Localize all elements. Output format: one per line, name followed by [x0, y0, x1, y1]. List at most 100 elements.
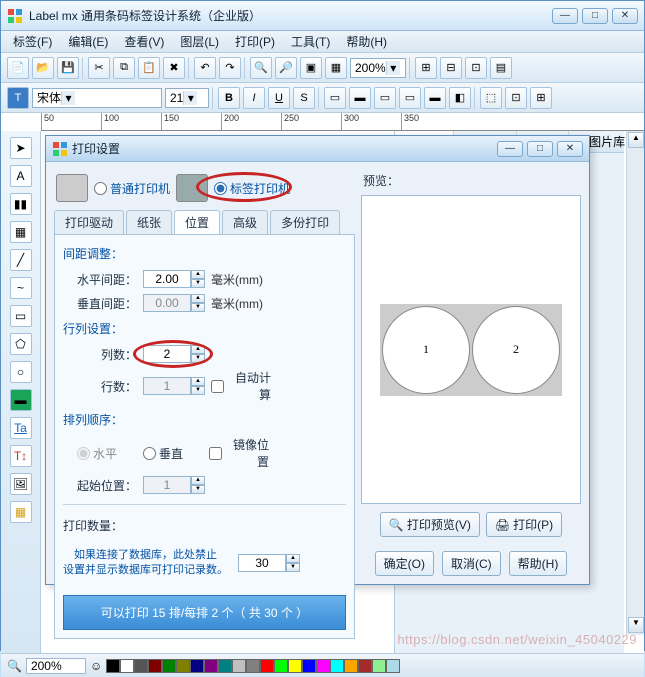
minimize-button[interactable]: —: [552, 8, 578, 24]
spin-down-icon[interactable]: ▼: [191, 303, 205, 312]
tool-icon[interactable]: ⊟: [440, 57, 462, 79]
tab-multi[interactable]: 多份打印: [270, 210, 340, 234]
new-icon[interactable]: 📄: [7, 57, 29, 79]
text2-tool-icon[interactable]: Ta: [10, 417, 32, 439]
dialog-minimize-button[interactable]: —: [497, 141, 523, 157]
save-icon[interactable]: 💾: [57, 57, 79, 79]
spin-up-icon[interactable]: ▲: [286, 554, 300, 563]
menu-help[interactable]: 帮助(H): [338, 31, 395, 52]
vspace-spinner[interactable]: ▲▼: [143, 294, 205, 312]
zoom-combo[interactable]: 200%▾: [350, 58, 406, 78]
chevron-down-icon[interactable]: ▾: [61, 91, 75, 105]
menu-edit[interactable]: 编辑(E): [60, 31, 116, 52]
print-button[interactable]: 🖨打印(P): [486, 512, 562, 537]
cut-icon[interactable]: ✂: [88, 57, 110, 79]
tab-driver[interactable]: 打印驱动: [54, 210, 124, 234]
spin-up-icon[interactable]: ▲: [191, 270, 205, 279]
copy-icon[interactable]: ⧉: [113, 57, 135, 79]
tool-icon[interactable]: ⊞: [415, 57, 437, 79]
ellipse-tool-icon[interactable]: ○: [10, 361, 32, 383]
color-palette[interactable]: [106, 659, 400, 673]
spin-down-icon[interactable]: ▼: [191, 386, 205, 395]
arrange-icon[interactable]: ⬚: [480, 87, 502, 109]
scroll-down-icon[interactable]: ▼: [628, 617, 644, 633]
barcode-tool-icon[interactable]: ▮▮: [10, 193, 32, 215]
scrollbar-vertical[interactable]: ▲ ▼: [626, 131, 644, 635]
chevron-down-icon[interactable]: ▾: [183, 91, 197, 105]
spin-down-icon[interactable]: ▼: [286, 563, 300, 572]
spin-down-icon[interactable]: ▼: [191, 279, 205, 288]
text-tool-icon[interactable]: T: [7, 87, 29, 109]
align-icon[interactable]: ▭: [399, 87, 421, 109]
help-button[interactable]: 帮助(H): [509, 551, 568, 576]
mirror-checkbox[interactable]: 镜像位置: [209, 436, 269, 470]
bold-button[interactable]: B: [218, 87, 240, 109]
vtext-tool-icon[interactable]: T↕: [10, 445, 32, 467]
align-icon[interactable]: ▬: [424, 87, 446, 109]
menu-file[interactable]: 标签(F): [5, 31, 60, 52]
tab-position[interactable]: 位置: [174, 210, 220, 234]
count-input[interactable]: [238, 554, 286, 572]
align-icon[interactable]: ▬: [349, 87, 371, 109]
redo-icon[interactable]: ↷: [219, 57, 241, 79]
preview-button[interactable]: 🔍打印预览(V): [380, 512, 480, 537]
dialog-close-button[interactable]: ✕: [557, 141, 583, 157]
start-spinner[interactable]: ▲▼: [143, 476, 205, 494]
hspace-input[interactable]: [143, 270, 191, 288]
polygon-tool-icon[interactable]: ⬠: [10, 333, 32, 355]
radio-vertical[interactable]: 垂直: [143, 445, 203, 462]
zoomout-icon[interactable]: 🔎: [275, 57, 297, 79]
start-input[interactable]: [143, 476, 191, 494]
fill-tool-icon[interactable]: ▬: [10, 389, 32, 411]
menu-print[interactable]: 打印(P): [227, 31, 283, 52]
delete-icon[interactable]: ✖: [163, 57, 185, 79]
arrange-icon[interactable]: ⊞: [530, 87, 552, 109]
tab-advanced[interactable]: 高级: [222, 210, 268, 234]
underline-button[interactable]: U: [268, 87, 290, 109]
menu-view[interactable]: 查看(V): [116, 31, 172, 52]
maximize-button[interactable]: □: [582, 8, 608, 24]
count-spinner[interactable]: ▲▼: [238, 554, 300, 572]
scroll-up-icon[interactable]: ▲: [628, 132, 644, 148]
text-tool-icon[interactable]: A: [10, 165, 32, 187]
zoomin-icon[interactable]: 🔍: [250, 57, 272, 79]
hspace-spinner[interactable]: ▲▼: [143, 270, 205, 288]
paste-icon[interactable]: 📋: [138, 57, 160, 79]
cols-spinner[interactable]: ▲▼: [143, 345, 205, 363]
line-tool-icon[interactable]: ╱: [10, 249, 32, 271]
qr-tool-icon[interactable]: ▦: [10, 221, 32, 243]
tab-paper[interactable]: 纸张: [126, 210, 172, 234]
arrange-icon[interactable]: ⊡: [505, 87, 527, 109]
autocalc-checkbox[interactable]: 自动计算: [211, 369, 271, 403]
status-zoom[interactable]: 200%: [26, 658, 86, 674]
radio-horizontal[interactable]: 水平: [77, 445, 137, 462]
italic-button[interactable]: I: [243, 87, 265, 109]
font-combo[interactable]: 宋体▾: [32, 88, 162, 108]
strike-button[interactable]: S: [293, 87, 315, 109]
menu-tool[interactable]: 工具(T): [283, 31, 338, 52]
close-button[interactable]: ✕: [612, 8, 638, 24]
curve-tool-icon[interactable]: ~: [10, 277, 32, 299]
rect-tool-icon[interactable]: ▭: [10, 305, 32, 327]
rows-spinner[interactable]: ▲▼: [143, 377, 205, 395]
grid-icon[interactable]: ▦: [325, 57, 347, 79]
pointer-tool-icon[interactable]: ➤: [10, 137, 32, 159]
image-tool-icon[interactable]: 🖼: [10, 473, 32, 495]
tool-icon[interactable]: ▤: [490, 57, 512, 79]
spin-up-icon[interactable]: ▲: [191, 345, 205, 354]
open-icon[interactable]: 📂: [32, 57, 54, 79]
spin-down-icon[interactable]: ▼: [191, 354, 205, 363]
menu-layer[interactable]: 图层(L): [172, 31, 227, 52]
cancel-button[interactable]: 取消(C): [442, 551, 501, 576]
fit-icon[interactable]: ▣: [300, 57, 322, 79]
color-icon[interactable]: ◧: [449, 87, 471, 109]
spin-up-icon[interactable]: ▲: [191, 377, 205, 386]
spin-down-icon[interactable]: ▼: [191, 485, 205, 494]
rows-input[interactable]: [143, 377, 191, 395]
align-icon[interactable]: ▭: [324, 87, 346, 109]
table-tool-icon[interactable]: ▦: [10, 501, 32, 523]
dialog-maximize-button[interactable]: □: [527, 141, 553, 157]
ok-button[interactable]: 确定(O): [375, 551, 434, 576]
cols-input[interactable]: [143, 345, 191, 363]
radio-normal-printer[interactable]: 普通打印机: [94, 180, 170, 197]
